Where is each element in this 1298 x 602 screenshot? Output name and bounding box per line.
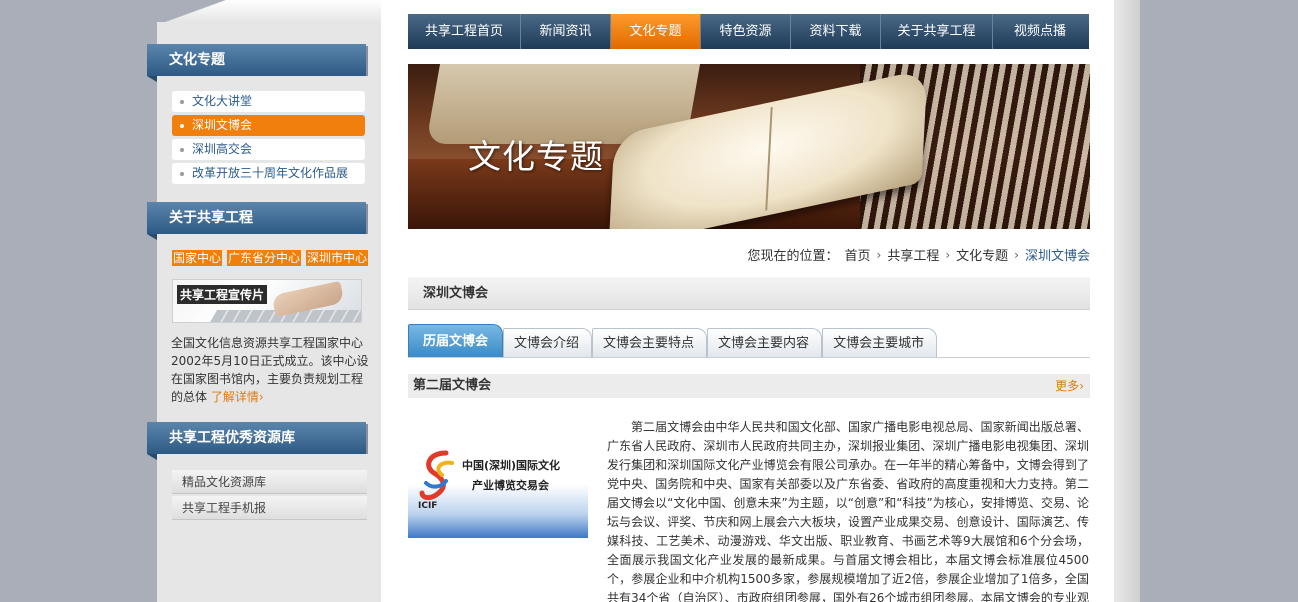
right-shadow <box>1114 0 1140 602</box>
culture-menu: 文化大讲堂 深圳文博会 深圳高交会 改革开放三十周年文化作品展 <box>172 91 365 187</box>
expo-logo: 中国(深圳)国际文化 产业博览交易会 ICIF <box>408 419 588 538</box>
chevron-right-icon: › <box>1014 247 1019 262</box>
expo-swirl-icon <box>419 450 454 501</box>
resource-item-boutique[interactable]: 精品文化资源库 <box>172 470 367 494</box>
page-title: 深圳文博会 <box>408 277 1090 310</box>
tab-expo-content[interactable]: 文博会主要内容 <box>707 328 823 357</box>
expo-tabs: 历届文博会 文博会介绍 文博会主要特点 文博会主要内容 文博会主要城市 <box>408 324 1090 358</box>
sidebar-header-about: 关于共享工程 <box>147 202 368 240</box>
breadcrumb-current[interactable]: 深圳文博会 <box>1025 245 1090 264</box>
topic-banner: 文化专题 <box>408 64 1090 229</box>
tab-expo-features[interactable]: 文博会主要特点 <box>592 328 708 357</box>
sidebar-header-culture: 文化专题 <box>147 44 368 82</box>
nav-culture[interactable]: 文化专题 <box>611 14 701 49</box>
sidebar-item-shenzhen-expo[interactable]: 深圳文博会 <box>172 115 365 136</box>
chevron-right-icon: › <box>945 247 951 262</box>
promo-video-banner[interactable]: 共享工程宣传片 <box>172 279 362 323</box>
about-more-link[interactable]: 了解详情› <box>211 390 264 404</box>
sidebar-header-resources: 共享工程优秀资源库 <box>147 422 368 460</box>
banner-title: 文化专题 <box>468 137 604 176</box>
nav-downloads[interactable]: 资料下载 <box>791 14 881 49</box>
breadcrumb: 您现在的位置： 首页 › 共享工程 › 文化专题 › 深圳文博会 <box>747 245 1090 265</box>
nav-news[interactable]: 新闻资讯 <box>521 14 611 49</box>
sidebar-corner-fold <box>157 0 237 22</box>
sidebar-item-hitech-fair[interactable]: 深圳高交会 <box>172 139 365 160</box>
resource-item-mobile-paper[interactable]: 共享工程手机报 <box>172 496 367 520</box>
subsection-header: 第二届文博会 更多› <box>408 374 1090 398</box>
article-body: 第二届文博会由中华人民共和国文化部、国家广播电影电视总局、国家新闻出版总署、广东… <box>607 420 1089 602</box>
logo-line-1: 中国(深圳)国际文化 <box>462 459 561 472</box>
breadcrumb-label: 您现在的位置： <box>747 249 839 264</box>
sidebar-item-reform-exhibition[interactable]: 改革开放三十周年文化作品展 <box>172 163 365 184</box>
center-links: 国家中心 广东省分中心 深圳市中心 <box>172 250 369 266</box>
nav-about[interactable]: 关于共享工程 <box>881 14 993 49</box>
main-nav: 共享工程首页 新闻资讯 文化专题 特色资源 资料下载 关于共享工程 视频点播 <box>408 14 1089 49</box>
shenzhen-center-link[interactable]: 深圳市中心 <box>306 250 369 266</box>
about-text: 全国文化信息资源共享工程国家中心2002年5月10日正式成立。该中心设在国家图书… <box>171 336 369 404</box>
nav-home[interactable]: 共享工程首页 <box>408 14 521 49</box>
resource-list: 精品文化资源库 共享工程手机报 <box>172 470 367 522</box>
more-link[interactable]: 更多› <box>1055 374 1084 398</box>
breadcrumb-home[interactable]: 首页 <box>845 245 871 264</box>
tab-expo-intro[interactable]: 文博会介绍 <box>503 328 593 357</box>
logo-abbr: ICIF <box>418 501 438 511</box>
about-description: 全国文化信息资源共享工程国家中心2002年5月10日正式成立。该中心设在国家图书… <box>171 334 369 406</box>
national-center-link[interactable]: 国家中心 <box>172 250 223 266</box>
tab-expo-cities[interactable]: 文博会主要城市 <box>822 328 938 357</box>
guangdong-center-link[interactable]: 广东省分中心 <box>227 250 302 266</box>
sidebar-item-lecture[interactable]: 文化大讲堂 <box>172 91 365 112</box>
breadcrumb-project[interactable]: 共享工程 <box>887 245 939 264</box>
nav-resources[interactable]: 特色资源 <box>701 14 791 49</box>
logo-line-2: 产业博览交易会 <box>472 479 549 492</box>
tab-past-expos[interactable]: 历届文博会 <box>408 324 504 357</box>
nav-video[interactable]: 视频点播 <box>993 14 1087 49</box>
chevron-right-icon: › <box>876 247 882 262</box>
promo-title: 共享工程宣传片 <box>177 285 268 304</box>
subsection-title: 第二届文博会 <box>413 378 492 393</box>
breadcrumb-culture[interactable]: 文化专题 <box>956 245 1008 264</box>
